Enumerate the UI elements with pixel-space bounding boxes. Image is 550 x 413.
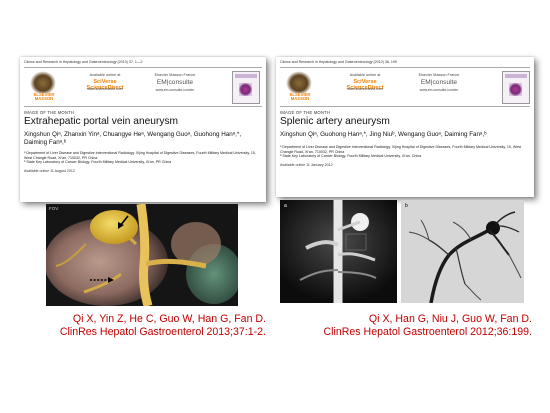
journal-line: Clinics and Research in Hepatology and G… [280,60,397,64]
author-list: Xingshun Qiᵃ, Zhanxin Yinᵃ, Chuangye Heᵃ… [24,131,242,146]
em-consulte-url: www.em-consulte.com/en [419,88,459,92]
article-title: Extrahepatic portal vein aneurysm [24,116,179,127]
em-consulte-logo: EM|consulte [156,79,194,86]
elsevier-tree-icon [286,71,312,93]
elsevier-logo-text: ELSEVIER MASSON [33,92,55,102]
left-citation-authors: Qi X, Yin Z, He C, Guo W, Han G, Fan D. [72,313,266,325]
em-consulte-url: www.em-consulte.com/en [155,88,195,92]
publisher-header: ELSEVIER MASSON Available online at SciV… [280,67,530,107]
em-consulte-logo: EM|consulte [420,79,458,86]
section-label: IMAGE OF THE MONTH [24,110,75,115]
elsevier-logo: ELSEVIER MASSON [282,71,316,101]
sciencedirect-url: www.sciencedirect.com [87,87,123,91]
fov-label: FOV [49,206,59,211]
ct-rendering [46,204,238,306]
available-online-label: Available online at [89,73,121,77]
left-article-header: Clinics and Research in Hepatology and G… [20,57,266,202]
left-citation-journal: ClinRes Hepatol Gastroenterol 2013;37:1-… [59,326,266,339]
affiliation-a: ᵃ Department of Liver Disease and Digest… [280,145,522,154]
journal-cover-thumbnail [502,71,530,104]
available-online-date: Available online 11 August 2012 [24,169,75,173]
em-publisher: Elsevier Masson France [154,73,196,77]
journal-line: Clinics and Research in Hepatology and G… [24,60,143,64]
journal-cover-thumbnail [232,71,260,104]
splenic-angiography-image: b [401,200,524,303]
sciencedirect-url: www.sciencedirect.com [347,87,383,91]
article-title: Splenic artery aneurysm [280,116,390,127]
publisher-header: ELSEVIER MASSON Available online at SciV… [24,67,262,107]
panel-a-label: a [284,203,287,209]
available-online-label: Available online at [349,73,381,77]
angiography-rendering [401,200,524,303]
em-publisher: Elsevier Masson France [418,73,460,77]
elsevier-tree-icon [30,71,56,93]
left-citation: Qi X, Yin Z, He C, Guo W, Han G, Fan D. … [60,313,266,339]
ct-mip-rendering [280,200,397,303]
available-online-date: Available online 11 January 2012 [280,163,333,167]
elsevier-logo-text: ELSEVIER MASSON [289,92,311,102]
splenic-ct-image: a [280,200,397,303]
portal-vein-ct-image: FOV [46,204,238,306]
right-citation-authors: Qi X, Han G, Niu J, Guo W, Fan D. [368,313,532,325]
affiliation-b: ᵇ State Key Laboratory of Cancer Biology… [24,160,172,164]
panel-b-label: b [405,203,408,209]
affiliation-b: ᵇ State Key Laboratory of Cancer Biology… [280,154,422,158]
right-citation: Qi X, Han G, Niu J, Guo W, Fan D. ClinRe… [324,313,532,339]
affiliation-a: ᵃ Department of Liver Disease and Digest… [24,151,256,160]
elsevier-logo: ELSEVIER MASSON [26,71,60,101]
section-label: IMAGE OF THE MONTH [280,110,331,115]
right-citation-journal: ClinRes Hepatol Gastroenterol 2012;36:19… [323,326,532,339]
right-article-header: Clinics and Research in Hepatology and G… [276,57,534,197]
author-list: Xingshun Qiᵃ, Guohong Hanᵃ,*, Jing Niuᵇ,… [280,131,487,138]
